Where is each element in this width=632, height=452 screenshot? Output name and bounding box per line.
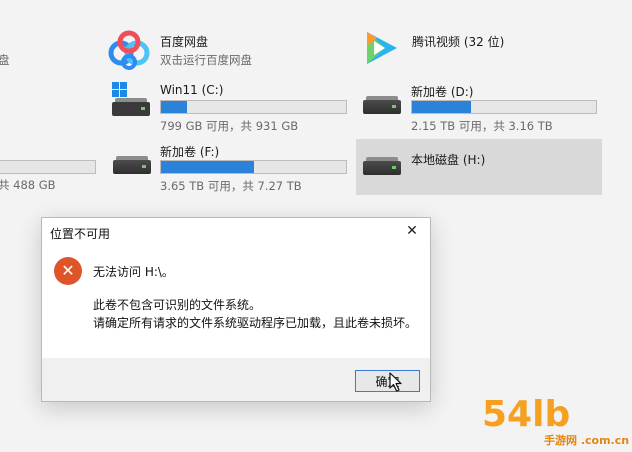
ok-button[interactable]: 确定 [355, 370, 420, 392]
drive-usage-bar [411, 100, 597, 114]
app-item-baidu-netdisk[interactable]: 百度网盘 双击运行百度网盘 [108, 30, 340, 76]
dialog-content: 位置不可用 ✕ ✕ 无法访问 H:\。 此卷不包含可识别的文件系统。 请确定所有… [42, 218, 430, 358]
drive-item-c[interactable]: Win11 (C:) 799 GB 可用，共 931 GB [110, 82, 350, 134]
watermark-main: 54lb [482, 394, 571, 435]
dialog-title: 位置不可用 [50, 227, 111, 241]
hard-drive-icon [363, 157, 401, 175]
app-name: 百度网盘 [160, 35, 209, 49]
drive-usage-bar [160, 100, 347, 114]
drive-name: 新加卷 (F:) [160, 145, 220, 159]
site-watermark-logo: 54lb 手游网 .com.cn [482, 394, 632, 452]
drive-item-d[interactable]: 新加卷 (D:) 2.15 TB 可用，共 3.16 TB [360, 82, 600, 134]
error-detail-line: 此卷不包含可识别的文件系统。 [93, 298, 262, 312]
drive-space: 2.15 TB 可用，共 3.16 TB [411, 119, 553, 133]
error-detail-line: 请确定所有请求的文件系统驱动程序已加载，且此卷未损坏。 [93, 316, 418, 330]
app-item-tencent-video[interactable]: 腾讯视频 (32 位) [358, 28, 598, 68]
hard-drive-icon [363, 96, 401, 114]
watermark-sub: 手游网 .com.cn [544, 434, 630, 447]
app-description: 双击运行百度网盘 [160, 53, 252, 67]
partial-drive-space: 共 488 GB [0, 178, 56, 192]
drive-item-h[interactable]: 本地磁盘 (H:) [356, 139, 602, 195]
drive-usage-fill [412, 101, 471, 113]
mouse-cursor-icon [389, 372, 402, 392]
drive-name: 新加卷 (D:) [411, 85, 474, 99]
drive-name: 本地磁盘 (H:) [411, 153, 486, 167]
drive-usage-bar [160, 160, 347, 174]
drive-usage-fill [161, 161, 254, 173]
error-message: 无法访问 H:\。 [93, 265, 174, 279]
error-detail: 此卷不包含可识别的文件系统。 请确定所有请求的文件系统驱动程序已加载，且此卷未损… [93, 296, 417, 332]
drive-item-f[interactable]: 新加卷 (F:) 3.65 TB 可用，共 7.27 TB [110, 142, 350, 194]
baidu-netdisk-icon [108, 30, 150, 70]
file-explorer-this-pc: 盘 共 488 GB 百度网盘 双击运行百度网盘 腾讯视频 (32 位) Win… [0, 0, 632, 452]
tencent-video-icon [367, 32, 397, 64]
close-icon[interactable]: ✕ [404, 223, 420, 239]
error-icon: ✕ [54, 257, 82, 285]
drive-space: 799 GB 可用，共 931 GB [160, 119, 299, 133]
drive-space: 3.65 TB 可用，共 7.27 TB [160, 179, 302, 193]
drive-name: Win11 (C:) [160, 83, 224, 97]
app-name: 腾讯视频 (32 位) [412, 35, 505, 49]
partial-drive-label: 盘 [0, 53, 10, 67]
windows-drive-icon [112, 82, 150, 116]
location-unavailable-dialog: 位置不可用 ✕ ✕ 无法访问 H:\。 此卷不包含可识别的文件系统。 请确定所有… [41, 217, 431, 402]
drive-usage-fill [161, 101, 187, 113]
partial-drive-usage-bar [0, 160, 96, 174]
hard-drive-icon [113, 156, 151, 174]
